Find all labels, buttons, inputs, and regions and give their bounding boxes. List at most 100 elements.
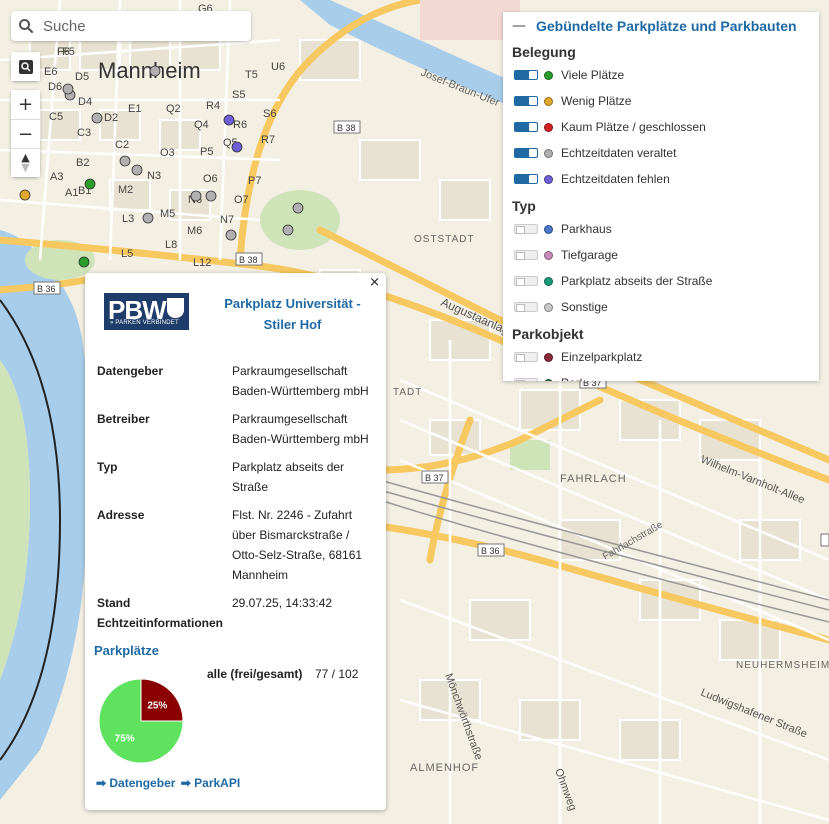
legend-color-dot bbox=[544, 378, 553, 381]
info-value: Flst. Nr. 2246 - Zufahrt über Bismarckst… bbox=[232, 508, 363, 582]
legend-item[interactable]: Wenig Plätze bbox=[503, 88, 819, 114]
square-label: C3 bbox=[77, 127, 91, 139]
road-badge: B 38 bbox=[333, 120, 361, 134]
legend-item-label: Parkhaus bbox=[561, 222, 612, 236]
collapse-icon[interactable]: — bbox=[512, 18, 532, 34]
square-label: C5 bbox=[49, 111, 63, 123]
square-label: A1 bbox=[65, 187, 78, 199]
square-label: F5 bbox=[62, 46, 75, 58]
info-key: Adresse bbox=[97, 508, 145, 522]
zoom-search-icon bbox=[18, 59, 33, 74]
parking-marker[interactable] bbox=[225, 229, 237, 241]
square-label: D2 bbox=[104, 112, 118, 124]
parkapi-link[interactable]: ➡ ParkAPI bbox=[181, 776, 240, 790]
zoom-controls[interactable]: + − ▲ ▼ bbox=[11, 90, 40, 177]
parking-marker[interactable] bbox=[91, 112, 103, 124]
parking-marker[interactable] bbox=[292, 202, 304, 214]
legend-item[interactable]: Viele Plätze bbox=[503, 62, 819, 88]
parking-marker[interactable] bbox=[119, 155, 131, 167]
parking-marker[interactable] bbox=[84, 178, 96, 190]
legend-color-dot bbox=[544, 302, 553, 312]
parking-marker[interactable] bbox=[190, 190, 202, 202]
square-label: M2 bbox=[118, 184, 133, 196]
legend-section-heading: Typ bbox=[512, 198, 536, 214]
occupancy-pie-chart: 25% 75% bbox=[98, 678, 184, 764]
toggle-switch[interactable] bbox=[514, 96, 538, 106]
square-label: S5 bbox=[232, 89, 245, 101]
legend-item[interactable]: Parkhaus bbox=[503, 216, 819, 242]
square-label: N3 bbox=[147, 170, 161, 182]
parking-marker[interactable] bbox=[205, 190, 217, 202]
toggle-switch[interactable] bbox=[514, 250, 538, 260]
legend-item[interactable]: Echtzeitdaten fehlen bbox=[503, 166, 819, 192]
square-label: L8 bbox=[165, 239, 177, 251]
district-label: FAHRLACH bbox=[560, 473, 627, 485]
zoom-in-button[interactable]: + bbox=[11, 90, 40, 119]
square-label: L3 bbox=[122, 213, 134, 225]
all-label: alle (frei/gesamt) bbox=[207, 667, 303, 681]
square-label: T5 bbox=[245, 69, 258, 81]
close-button[interactable]: × bbox=[369, 275, 380, 290]
parking-marker[interactable] bbox=[62, 83, 74, 95]
square-label: A3 bbox=[50, 171, 63, 183]
compass-button[interactable]: ▲ ▼ bbox=[11, 148, 40, 177]
toggle-switch[interactable] bbox=[514, 70, 538, 80]
legend-item[interactable]: Tiefgarage bbox=[503, 242, 819, 268]
parking-marker[interactable] bbox=[282, 224, 294, 236]
square-label: E6 bbox=[44, 66, 57, 78]
legend-header[interactable]: — Gebündelte Parkplätze und Parkbauten bbox=[503, 12, 819, 38]
locate-control[interactable] bbox=[11, 52, 40, 81]
square-label: O6 bbox=[203, 173, 218, 185]
parkplaetze-heading: Parkplätze bbox=[94, 643, 160, 658]
toggle-switch[interactable] bbox=[514, 122, 538, 132]
info-value: 29.07.25, 14:33:42 bbox=[232, 596, 333, 610]
search-box[interactable] bbox=[11, 11, 251, 41]
toggle-switch[interactable] bbox=[514, 302, 538, 312]
svg-text:B 38: B 38 bbox=[239, 255, 258, 265]
parking-marker[interactable] bbox=[131, 164, 143, 176]
legend-item[interactable]: Sonstige bbox=[503, 294, 819, 320]
legend-item[interactable]: Kaum Plätze / geschlossen bbox=[503, 114, 819, 140]
legend-item-label: Parkplatz abseits der Straße bbox=[561, 274, 713, 288]
square-label: D4 bbox=[78, 96, 92, 108]
legend-color-dot bbox=[544, 224, 553, 234]
parking-marker[interactable] bbox=[149, 65, 161, 77]
parking-popup: × PBW » PARKEN VERBINDET Parkplatz Unive… bbox=[85, 273, 386, 810]
parking-marker[interactable] bbox=[19, 189, 31, 201]
svg-text:B 36: B 36 bbox=[37, 284, 56, 294]
legend-item-label: Echtzeitdaten veraltet bbox=[561, 146, 677, 160]
parking-marker[interactable] bbox=[223, 114, 235, 126]
legend-item-partial[interactable]: Park bbox=[503, 370, 819, 381]
parking-marker[interactable] bbox=[78, 256, 90, 268]
district-label: NEUHERMSHEIM bbox=[736, 660, 829, 671]
zoom-out-button[interactable]: − bbox=[11, 119, 40, 148]
legend-item[interactable]: Echtzeitdaten veraltet bbox=[503, 140, 819, 166]
toggle-switch[interactable] bbox=[514, 174, 538, 184]
toggle-switch[interactable] bbox=[514, 378, 538, 381]
legend-item[interactable]: Parkplatz abseits der Straße bbox=[503, 268, 819, 294]
popup-links: ➡ Datengeber ➡ ParkAPI bbox=[96, 776, 240, 790]
info-row: Stand Echtzeitinformationen 29.07.25, 14:… bbox=[95, 593, 375, 641]
toggle-switch[interactable] bbox=[514, 224, 538, 234]
datengeber-link[interactable]: ➡ Datengeber bbox=[96, 776, 175, 790]
square-label: O3 bbox=[160, 147, 175, 159]
parking-marker[interactable] bbox=[231, 141, 243, 153]
square-label: C2 bbox=[115, 139, 129, 151]
square-label: U6 bbox=[271, 61, 285, 73]
toggle-switch[interactable] bbox=[514, 148, 538, 158]
info-key: Typ bbox=[97, 460, 118, 474]
info-value: Parkplatz abseits der Straße bbox=[232, 460, 345, 494]
toggle-switch[interactable] bbox=[514, 276, 538, 286]
legend-color-dot bbox=[544, 148, 553, 158]
locate-button[interactable] bbox=[11, 52, 40, 81]
search-input[interactable] bbox=[41, 16, 235, 36]
info-value: Parkraumgesellschaft Baden-Württemberg m… bbox=[232, 412, 369, 446]
legend-item[interactable]: Einzelparkplatz bbox=[503, 344, 819, 370]
legend-title: Gebündelte Parkplätze und Parkbauten bbox=[536, 18, 797, 34]
info-row: Betreiber Parkraumgesellschaft Baden-Würt… bbox=[95, 409, 375, 457]
square-label: R6 bbox=[233, 119, 247, 131]
parking-marker[interactable] bbox=[142, 212, 154, 224]
toggle-switch[interactable] bbox=[514, 352, 538, 362]
search-icon[interactable] bbox=[11, 11, 41, 41]
all-value: 77 / 102 bbox=[315, 667, 359, 681]
